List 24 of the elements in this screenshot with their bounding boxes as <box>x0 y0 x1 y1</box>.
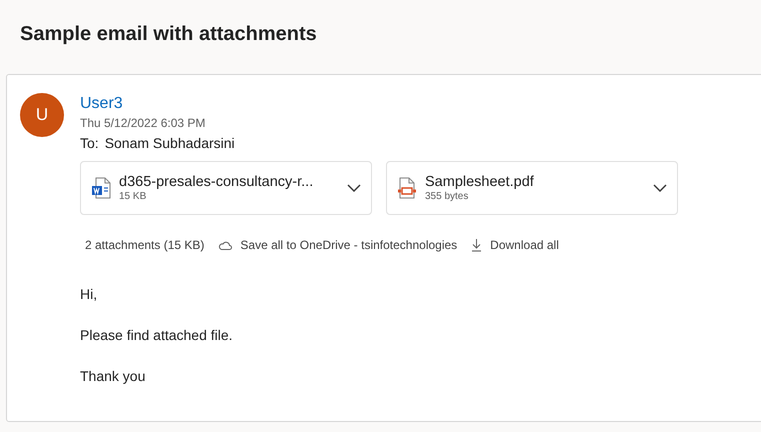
cloud-icon <box>218 240 232 250</box>
attachment-size: 355 bytes <box>425 191 470 202</box>
chevron-down-icon[interactable] <box>347 184 361 192</box>
attachment-name: d365-presales-consultancy-r... <box>119 174 314 190</box>
word-document-icon <box>91 177 111 199</box>
pdf-document-icon <box>397 177 417 199</box>
download-icon <box>471 238 482 252</box>
to-label: To: <box>80 135 99 151</box>
attachment-size: 15 KB <box>119 191 148 202</box>
attachment-summary: 2 attachments (15 KB) <box>85 238 204 252</box>
sent-date: Thu 5/12/2022 6:03 PM <box>80 116 206 130</box>
body-paragraph: Please find attached file. <box>80 327 234 343</box>
attachment-card[interactable]: Samplesheet.pdf 355 bytes <box>386 161 678 215</box>
body-paragraph: Thank you <box>80 368 146 384</box>
recipient-name[interactable]: Sonam Subhadarsini <box>104 135 235 151</box>
save-to-cloud-link[interactable]: Save all to OneDrive - tsinfotechnologies <box>218 238 458 252</box>
body-paragraph: Hi, <box>80 286 98 302</box>
email-subject: Sample email with attachments <box>20 22 317 46</box>
sender-name[interactable]: User3 <box>80 95 678 113</box>
chevron-down-icon[interactable] <box>653 184 667 192</box>
attachment-card[interactable]: d365-presales-consultancy-r... 15 KB <box>80 161 372 215</box>
avatar: U <box>20 93 64 137</box>
attachment-name: Samplesheet.pdf <box>425 174 535 190</box>
download-all-link[interactable]: Download all <box>471 238 559 252</box>
